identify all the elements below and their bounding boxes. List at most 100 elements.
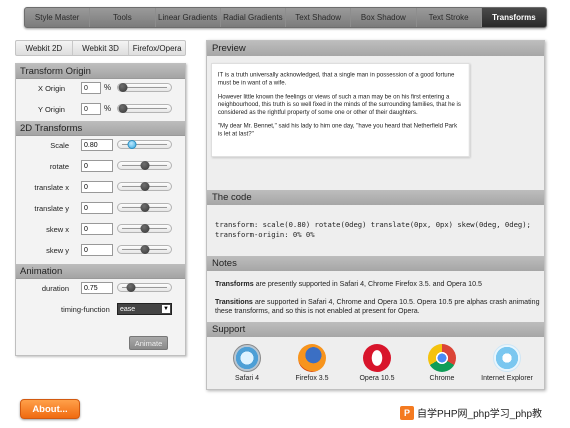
- duration-input[interactable]: [81, 282, 113, 294]
- y-origin-label: Y Origin: [38, 105, 65, 114]
- skew-y-slider[interactable]: [117, 245, 172, 254]
- translate-x-slider[interactable]: [117, 182, 172, 191]
- preview-paragraph: "My dear Mr. Bennet," said his lady to h…: [217, 123, 458, 138]
- slider-knob[interactable]: [140, 245, 150, 254]
- transform-origin-heading: Transform Origin: [16, 64, 185, 79]
- browser-name: Firefox 3.5: [295, 375, 329, 382]
- slider-knob[interactable]: [140, 203, 150, 212]
- scale-row: Scale: [16, 136, 185, 157]
- browser-support-list: Safari 4 Firefox 3.5 Opera 10.5 Chrome I…: [217, 344, 537, 388]
- support-heading: Support: [207, 322, 544, 337]
- firefox-icon: [298, 344, 326, 372]
- rotate-label: rotate: [49, 162, 69, 171]
- skew-y-input[interactable]: [81, 244, 113, 256]
- tab-tools[interactable]: Tools: [90, 8, 156, 27]
- notes-transitions-bold: Transitions: [215, 297, 253, 306]
- opera-icon: [363, 344, 391, 372]
- php-logo-icon: P: [400, 405, 414, 420]
- controls-panel: Transform Origin X Origin % Y Origin % 2…: [15, 63, 186, 356]
- preview-box: IT is a truth universally acknowledged, …: [211, 63, 470, 158]
- 2d-transforms-heading: 2D Transforms: [16, 121, 185, 136]
- watermark-text: 自学PHP网_php学习_php教: [417, 409, 543, 420]
- y-origin-row: Y Origin %: [16, 100, 185, 121]
- notes-transforms-bold: Transforms: [215, 280, 254, 288]
- slider-knob[interactable]: [126, 283, 136, 292]
- output-panel: Preview IT is a truth universally acknow…: [206, 40, 545, 390]
- timing-function-select[interactable]: ease ▼: [117, 303, 172, 315]
- slider-knob[interactable]: [127, 140, 137, 149]
- translate-y-row: translate y: [16, 199, 185, 220]
- x-origin-unit: %: [104, 83, 112, 92]
- skew-x-label: skew x: [46, 225, 69, 234]
- y-origin-slider[interactable]: [117, 104, 172, 113]
- subtab-webkit-2d[interactable]: Webkit 2D: [16, 41, 73, 55]
- chevron-down-icon: ▼: [162, 305, 170, 313]
- notes-transforms-text: are presently supported in Safari 4, Chr…: [253, 280, 482, 288]
- x-origin-row: X Origin %: [16, 79, 185, 100]
- tab-radial-gradients[interactable]: Radial Gradients: [221, 8, 286, 27]
- y-origin-unit: %: [104, 104, 112, 113]
- tab-linear-gradients[interactable]: Linear Gradients: [156, 8, 221, 27]
- browser-name: Internet Explorer: [481, 375, 533, 382]
- rotate-row: rotate: [16, 157, 185, 178]
- slider-knob[interactable]: [118, 104, 128, 113]
- engine-tabs: Webkit 2D Webkit 3D Firefox/Opera: [15, 40, 186, 56]
- animation-heading: Animation: [16, 264, 185, 279]
- slider-knob[interactable]: [140, 224, 150, 233]
- browser-name: Safari 4: [234, 375, 260, 382]
- y-origin-input[interactable]: [81, 103, 101, 115]
- translate-y-label: translate y: [34, 204, 69, 213]
- preview-paragraph: IT is a truth universally acknowledged, …: [217, 71, 455, 87]
- subtab-firefox-opera[interactable]: Firefox/Opera: [129, 41, 185, 55]
- tab-text-stroke[interactable]: Text Stroke: [417, 8, 482, 27]
- translate-y-input[interactable]: [81, 202, 113, 214]
- scale-slider[interactable]: [117, 140, 172, 149]
- browser-firefox: Firefox 3.5: [282, 344, 342, 388]
- timing-function-label: timing-function: [61, 305, 110, 314]
- skew-y-row: skew y: [16, 241, 185, 262]
- browser-chrome: Chrome: [412, 344, 472, 388]
- duration-slider[interactable]: [117, 283, 172, 292]
- x-origin-label: X Origin: [38, 84, 66, 93]
- preview-paragraph: However little known the feelings or vie…: [217, 93, 461, 117]
- translate-x-label: translate x: [34, 183, 69, 192]
- skew-y-label: skew y: [46, 246, 69, 255]
- tab-transforms[interactable]: Transforms: [481, 8, 546, 27]
- tab-style-master[interactable]: Style Master: [25, 8, 91, 27]
- browser-name: Opera 10.5: [359, 375, 395, 382]
- browser-name: Chrome: [429, 375, 455, 382]
- scale-label: Scale: [50, 141, 69, 150]
- internet-explorer-icon: [493, 344, 521, 372]
- skew-x-row: skew x: [16, 220, 185, 241]
- translate-y-slider[interactable]: [117, 203, 172, 212]
- tab-box-shadow[interactable]: Box Shadow: [351, 8, 417, 27]
- safari-icon: [233, 344, 261, 372]
- slider-knob[interactable]: [140, 161, 150, 170]
- animate-button[interactable]: Animate: [129, 336, 168, 350]
- translate-x-input[interactable]: [81, 181, 113, 193]
- about-button[interactable]: About...: [20, 399, 80, 419]
- x-origin-input[interactable]: [81, 82, 101, 94]
- scale-input[interactable]: [81, 139, 113, 151]
- skew-x-slider[interactable]: [117, 224, 172, 233]
- duration-label: duration: [41, 284, 69, 293]
- x-origin-slider[interactable]: [117, 83, 172, 92]
- browser-safari: Safari 4: [217, 344, 277, 388]
- slider-knob[interactable]: [140, 182, 150, 191]
- code-output: transform: scale(0.80) rotate(0deg) tran…: [215, 220, 531, 239]
- preview-heading: Preview: [207, 41, 544, 56]
- watermark: P 自学PHP网_php学习_php教: [400, 405, 542, 420]
- slider-knob[interactable]: [118, 83, 128, 92]
- subtab-webkit-3d[interactable]: Webkit 3D: [73, 41, 130, 55]
- browser-opera: Opera 10.5: [347, 344, 407, 388]
- tab-text-shadow[interactable]: Text Shadow: [286, 8, 352, 27]
- rotate-slider[interactable]: [117, 161, 172, 170]
- chrome-icon: [428, 344, 456, 372]
- skew-x-input[interactable]: [81, 223, 113, 235]
- notes-text: Transforms are presently supported in Sa…: [215, 280, 540, 325]
- code-heading: The code: [207, 190, 544, 205]
- translate-x-row: translate x: [16, 178, 185, 199]
- notes-transitions-text: are supported in Safari 4, Chrome and Op…: [215, 297, 540, 316]
- duration-row: duration: [16, 279, 185, 300]
- rotate-input[interactable]: [81, 160, 113, 172]
